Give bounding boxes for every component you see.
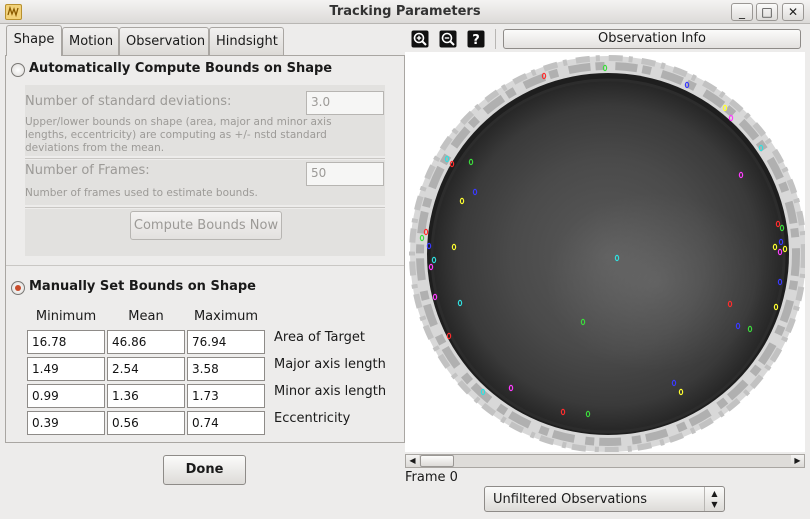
title-bar: Tracking Parameters _ □ ✕ xyxy=(0,0,810,24)
svg-text:?: ? xyxy=(472,33,480,48)
tab-hindsight[interactable]: Hindsight xyxy=(209,27,284,55)
manual-bounds-radio[interactable] xyxy=(11,281,25,295)
done-button[interactable]: Done xyxy=(163,455,246,485)
tab-shape[interactable]: Shape xyxy=(6,25,62,56)
help-icon[interactable]: ? xyxy=(466,29,486,49)
column-maximum: Maximum xyxy=(193,309,259,324)
nstd-description-line-3: deviations from the mean. xyxy=(25,142,165,154)
toolbar-separator xyxy=(495,29,496,49)
nstd-description-line-1: Upper/lower bounds on shape (area, major… xyxy=(25,116,332,128)
scroll-right-icon[interactable]: ▶ xyxy=(791,455,804,467)
major-axis-max-field[interactable]: 3.58 xyxy=(187,357,265,381)
area-min-field[interactable]: 16.78 xyxy=(27,330,105,354)
zoom-out-icon[interactable] xyxy=(438,29,458,49)
major-axis-mean-field[interactable]: 2.54 xyxy=(107,357,185,381)
tracking-image-view[interactable] xyxy=(405,52,805,452)
shape-tab-panel: Automatically Compute Bounds on Shape Nu… xyxy=(5,55,405,443)
column-mean: Mean xyxy=(128,309,164,324)
arena-image xyxy=(409,55,805,452)
minor-axis-max-field[interactable]: 1.73 xyxy=(187,384,265,408)
scroll-left-icon[interactable]: ◀ xyxy=(406,455,419,467)
section-divider xyxy=(6,265,404,266)
eccentricity-max-field[interactable]: 0.74 xyxy=(187,411,265,435)
minor-axis-mean-field[interactable]: 1.36 xyxy=(107,384,185,408)
eccentricity-label: Eccentricity xyxy=(274,411,351,426)
minor-axis-min-field[interactable]: 0.99 xyxy=(27,384,105,408)
observation-filter-dropdown[interactable]: Unfiltered Observations ▲ ▼ xyxy=(484,486,725,512)
nstd-field[interactable]: 3.0 xyxy=(306,91,384,115)
frames-field[interactable]: 50 xyxy=(306,162,384,186)
image-horizontal-scrollbar[interactable]: ◀ ▶ xyxy=(405,454,805,468)
close-button[interactable]: ✕ xyxy=(782,3,804,21)
scroll-thumb[interactable] xyxy=(420,455,454,467)
nstd-description-line-2: lengths, eccentricity) are computing as … xyxy=(25,129,327,141)
column-minimum: Minimum xyxy=(35,309,97,324)
compute-bounds-button[interactable]: Compute Bounds Now xyxy=(130,211,282,240)
area-label: Area of Target xyxy=(274,330,365,345)
eccentricity-mean-field[interactable]: 0.56 xyxy=(107,411,185,435)
observation-info-button[interactable]: Observation Info xyxy=(503,29,801,49)
nstd-label: Number of standard deviations: xyxy=(25,94,232,109)
frame-number-label: Frame 0 xyxy=(405,470,458,485)
major-axis-label: Major axis length xyxy=(274,357,386,372)
observation-filter-value: Unfiltered Observations xyxy=(493,492,648,507)
frames-description: Number of frames used to estimate bounds… xyxy=(25,187,258,199)
area-mean-field[interactable]: 46.86 xyxy=(107,330,185,354)
frames-label: Number of Frames: xyxy=(25,163,150,178)
major-axis-min-field[interactable]: 1.49 xyxy=(27,357,105,381)
tab-motion[interactable]: Motion xyxy=(62,27,119,55)
area-max-field[interactable]: 76.94 xyxy=(187,330,265,354)
auto-bounds-label: Automatically Compute Bounds on Shape xyxy=(29,61,333,76)
window-title: Tracking Parameters xyxy=(329,4,481,19)
updown-arrow-icon: ▲ ▼ xyxy=(704,487,724,511)
minimize-button[interactable]: _ xyxy=(731,3,753,21)
minor-axis-label: Minor axis length xyxy=(274,384,387,399)
manual-bounds-label: Manually Set Bounds on Shape xyxy=(29,279,256,294)
zoom-in-icon[interactable] xyxy=(410,29,430,49)
divider xyxy=(25,207,385,208)
auto-bounds-radio[interactable] xyxy=(11,63,25,77)
eccentricity-min-field[interactable]: 0.39 xyxy=(27,411,105,435)
tab-observation[interactable]: Observation xyxy=(119,27,209,55)
divider xyxy=(25,158,385,159)
maximize-button[interactable]: □ xyxy=(756,3,778,21)
